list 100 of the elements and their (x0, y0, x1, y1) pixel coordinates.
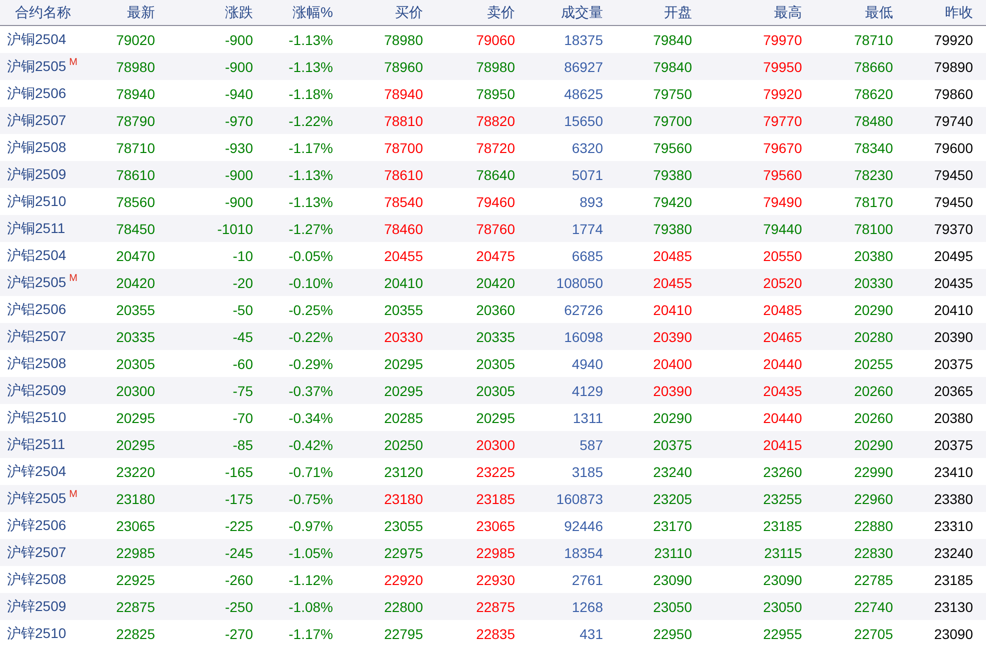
table-cell-text: -0.29% (288, 356, 333, 372)
table-cell-text: 18354 (563, 544, 603, 560)
table-cell-text: 1311 (572, 410, 603, 426)
table-cell-text: 20410 (933, 302, 973, 318)
table-row[interactable]: 沪锌2509 22875 -250 -1.08% 22800 22875 1268 23050 23050 22740 23130 (0, 593, 986, 620)
column-header[interactable]: 最高 (692, 4, 802, 22)
table-cell-text: 23185 (475, 490, 515, 506)
table-row[interactable]: 沪铜2509 78610 -900 -1.13% 78610 78640 5071 79380 79560 78230 79450 (0, 161, 986, 188)
table-cell-text: 78640 (475, 166, 515, 182)
column-header[interactable]: 最新 (100, 4, 155, 22)
table-row[interactable]: 沪铝2504 20470 -10 -0.05% 20455 20475 6685 20485 20550 20380 20495 (0, 242, 986, 269)
table-cell-text: 20380 (933, 410, 973, 426)
table-cell-text: 20550 (762, 248, 802, 264)
table-cell-text: 78660 (853, 58, 893, 74)
table-cell-text: -1.13% (288, 58, 333, 74)
column-header[interactable]: 合约名称 (0, 4, 100, 22)
table-cell-text: -45 (232, 328, 253, 344)
table-cell-text: 4129 (570, 382, 603, 398)
table-cell-text: 23170 (652, 518, 692, 534)
table-row[interactable]: 沪铜2506 78940 -940 -1.18% 78940 78950 48625 79750 79920 78620 79860 (0, 80, 986, 107)
table-row[interactable]: 沪铝2508 20305 -60 -0.29% 20295 20305 4940 20400 20440 20255 20375 (0, 350, 986, 377)
table-row[interactable]: 沪铝2510 20295 -70 -0.34% 20285 20295 1311 20290 20440 20260 20380 (0, 404, 986, 431)
table-row[interactable]: 沪铜2508 78710 -930 -1.17% 78700 78720 6320 79560 79670 78340 79600 (0, 134, 986, 161)
table-cell-text: 23065 (115, 518, 155, 534)
table-cell-text: 20440 (762, 356, 802, 372)
column-header[interactable]: 成交量 (515, 4, 603, 22)
contract-name: 沪铝2506 (6, 300, 68, 318)
table-row[interactable]: 沪锌2505 $^{M}$ 23180 -175 -0.75% 23180 23185 160873 23205 23255 22960 23380 (0, 485, 986, 512)
table-cell-text: 78810 (383, 112, 423, 128)
table-cell-text: 20255 (853, 356, 893, 372)
table-row[interactable]: 沪铝2505 $^{M}$ 20420 -20 -0.10% 20410 20420 108050 20455 20520 20330 20435 (0, 269, 986, 296)
table-cell-text: 23180 (115, 490, 155, 506)
table-row[interactable]: 沪铜2505 $^{M}$ 78980 -900 -1.13% 78960 78980 86927 79840 79950 78660 79890 (0, 53, 986, 80)
table-cell-text: -900 (224, 166, 253, 182)
table-row[interactable]: 沪锌2507 22985 -245 -1.05% 22975 22985 18354 23110 23115 22830 23240 (0, 539, 986, 566)
column-header[interactable]: 昨收 (893, 4, 973, 22)
table-cell-text: 78760 (475, 220, 515, 236)
table-cell-text: 23260 (762, 464, 802, 480)
table-cell-text: 23110 (653, 544, 692, 560)
table-cell-text: 15650 (563, 112, 603, 128)
table-row[interactable]: 沪铜2504 79020 -900 -1.13% 78980 79060 18375 79840 79970 78710 79920 (0, 26, 986, 53)
table-cell-text: 22795 (383, 626, 423, 642)
table-cell-text: 6320 (570, 140, 603, 156)
table-cell-text: -1.12% (288, 572, 333, 588)
table-row[interactable]: 沪铜2511 78450 -1010 -1.27% 78460 78760 1774 79380 79440 78100 79370 (0, 215, 986, 242)
table-row[interactable]: 沪锌2506 23065 -225 -0.97% 23055 23065 92446 23170 23185 22880 23310 (0, 512, 986, 539)
table-row[interactable]: 沪铝2507 20335 -45 -0.22% 20330 20335 16098 20390 20465 20280 20390 (0, 323, 986, 350)
table-cell-text: 23185 (762, 518, 802, 534)
table-row[interactable]: 沪铜2507 78790 -970 -1.22% 78810 78820 15650 79700 79770 78480 79740 (0, 107, 986, 134)
table-row[interactable]: 沪铝2506 20355 -50 -0.25% 20355 20360 62726 20410 20485 20290 20410 (0, 296, 986, 323)
table-row[interactable]: 沪铝2509 20300 -75 -0.37% 20295 20305 4129 20390 20435 20260 20365 (0, 377, 986, 404)
table-cell-text: 1774 (570, 220, 603, 236)
table-cell-text: 78700 (383, 140, 423, 156)
table-cell-text: 20295 (115, 410, 155, 426)
contract-name: 沪铜2506 (6, 84, 68, 102)
column-header[interactable]: 涨跌 (155, 4, 253, 22)
table-cell-text: -1.27% (288, 220, 333, 236)
column-header[interactable]: 最低 (802, 4, 893, 22)
table-cell-text: 20250 (383, 436, 423, 452)
table-cell-text: -1.05% (288, 544, 333, 560)
table-cell-text: 79450 (933, 166, 973, 182)
table-cell-text: 20285 (383, 410, 423, 426)
column-header[interactable]: 买价 (333, 4, 423, 22)
table-cell-text: -250 (224, 598, 253, 614)
table-cell-text: 79460 (475, 194, 515, 210)
contract-name: 沪铜2511 (6, 220, 66, 238)
table-cell-text: -75 (232, 382, 253, 398)
table-row[interactable]: 沪锌2508 22925 -260 -1.12% 22920 22930 2761 23090 23090 22785 23185 (0, 566, 986, 593)
table-cell-text: 22985 (475, 544, 515, 560)
table-cell-text: 78170 (853, 194, 893, 210)
table-cell-text: -0.37% (288, 382, 333, 398)
table-cell-text: 20260 (853, 382, 893, 398)
column-header[interactable]: 开盘 (603, 4, 692, 22)
table-cell-text: 18375 (563, 32, 603, 48)
column-header[interactable]: 涨幅% (253, 4, 333, 22)
table-cell-text: 79600 (933, 140, 973, 156)
table-cell-text: 23205 (652, 490, 692, 506)
table-cell-text: -1.17% (288, 140, 333, 156)
table-cell-text: 23090 (762, 572, 802, 588)
table-cell-text: 22875 (475, 598, 515, 614)
table-cell-text: 23115 (763, 544, 802, 560)
table-cell-text: 20280 (853, 328, 893, 344)
column-header[interactable]: 卖价 (423, 4, 515, 22)
table-cell-text: 20390 (652, 328, 692, 344)
table-cell-text: 108050 (555, 274, 603, 290)
contract-name: 沪铝2507 (6, 328, 68, 346)
table-cell-text: -20 (232, 274, 253, 290)
table-row[interactable]: 沪铜2510 78560 -900 -1.13% 78540 79460 893 79420 79490 78170 79450 (0, 188, 986, 215)
table-cell-text: -0.42% (288, 436, 333, 452)
table-row[interactable]: 沪锌2510 22825 -270 -1.17% 22795 22835 431 22950 22955 22705 23090 (0, 620, 986, 647)
table-cell-text: 20305 (475, 382, 515, 398)
table-row[interactable]: 沪铝2511 20295 -85 -0.42% 20250 20300 587 20375 20415 20290 20375 (0, 431, 986, 458)
table-cell-text: -260 (224, 572, 253, 588)
table-cell-text: 431 (578, 626, 603, 642)
table-cell-text: 20335 (115, 328, 155, 344)
table-cell-text: 20290 (853, 302, 893, 318)
table-cell-text: 78100 (853, 220, 893, 236)
table-row[interactable]: 沪锌2504 23220 -165 -0.71% 23120 23225 3185 23240 23260 22990 23410 (0, 458, 986, 485)
table-cell-text: 79750 (652, 86, 692, 102)
contract-name: 沪铜2509 (6, 166, 68, 184)
